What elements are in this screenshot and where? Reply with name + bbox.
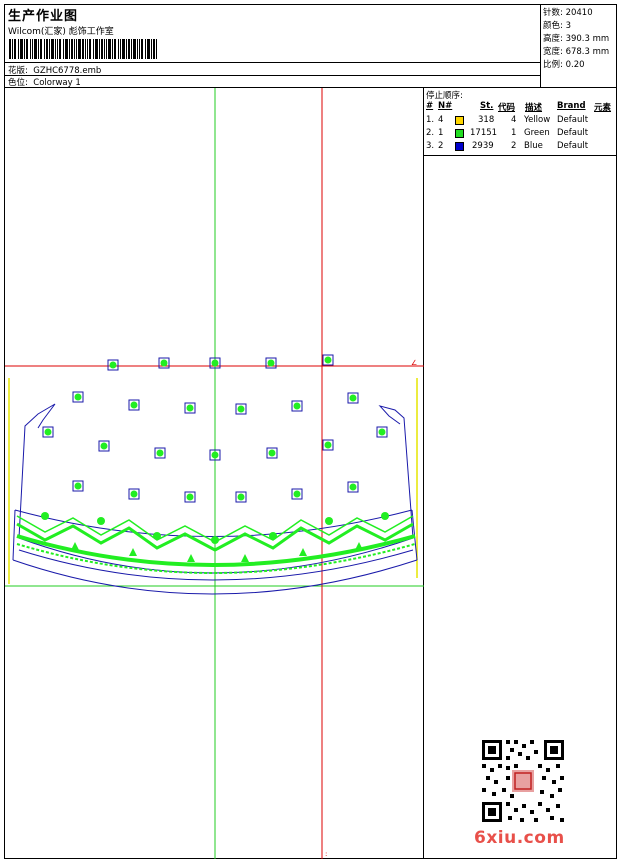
company-name: Wilcom(汇家) 彪饰工作室	[8, 27, 114, 37]
embroidery-canvas: ∠ :	[5, 88, 424, 859]
header-divider	[5, 62, 540, 63]
table-row: 1. 4 318 4 Yellow Default	[426, 115, 589, 125]
color-swatch-blue	[455, 142, 464, 151]
col-description: 描述	[525, 103, 543, 113]
col-needle: N#	[438, 101, 453, 111]
header-divider	[5, 75, 540, 76]
stat-width: 宽度: 678.3 mm	[543, 47, 610, 57]
design-stats: 针数: 20410 颜色: 3 高度: 390.3 mm 宽度: 678.3 m…	[540, 5, 616, 88]
watermark: 6xiu.com	[474, 828, 565, 848]
stop-sequence-table: 停止顺序: # N# St. 代码 描述 Brand 元素 1. 4 318 4…	[424, 88, 616, 156]
stat-scale: 比例: 0.20	[543, 60, 585, 70]
svg-text::: :	[325, 850, 327, 858]
colorway-label: 色位:	[8, 78, 28, 88]
colorway-row: 色位: Colorway 1	[8, 76, 81, 88]
color-swatch-yellow	[455, 116, 464, 125]
stop-sequence-title: 停止顺序:	[426, 91, 463, 101]
col-element: 元素	[594, 103, 612, 113]
col-brand: Brand	[557, 101, 586, 111]
design-preview[interactable]: ∠ :	[5, 88, 424, 859]
stat-colors: 颜色: 3	[543, 21, 571, 31]
stat-height: 高度: 390.3 mm	[543, 34, 610, 44]
table-row: 2. 1 17151 1 Green Default	[426, 128, 589, 138]
col-stitches: St.	[480, 101, 494, 111]
color-swatch-green	[455, 129, 464, 138]
col-index: #	[426, 101, 434, 111]
qr-code	[480, 738, 566, 824]
page-title: 生产作业图	[8, 9, 79, 24]
col-code: 代码	[498, 103, 516, 113]
header-info: 生产作业图 Wilcom(汇家) 彪饰工作室 花版: GZHC6778.emb	[5, 5, 540, 88]
table-row: 3. 2 2939 2 Blue Default	[426, 141, 589, 151]
colorway-value: Colorway 1	[33, 78, 81, 88]
svg-text:∠: ∠	[411, 359, 417, 367]
barcode	[9, 39, 157, 59]
stat-stitches: 针数: 20410	[543, 8, 593, 18]
